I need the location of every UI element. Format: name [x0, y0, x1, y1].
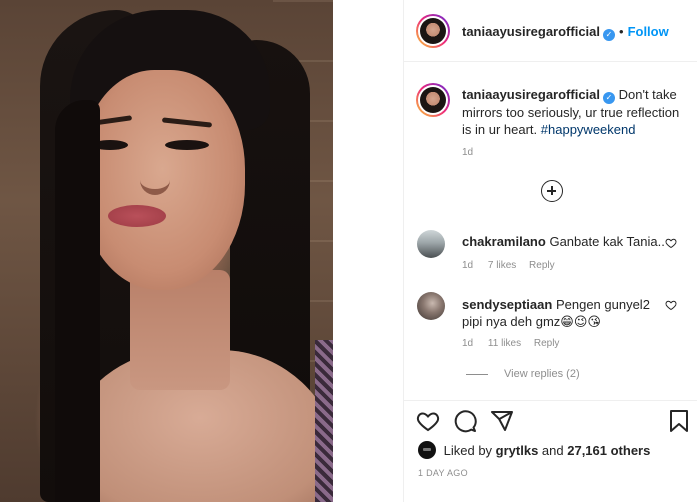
comment-username[interactable]: chakramilano — [462, 234, 546, 249]
verified-badge-icon: ✓ — [603, 92, 615, 104]
caption-hashtag[interactable]: #happyweekend — [541, 122, 636, 137]
comment-reply-button[interactable]: Reply — [529, 260, 555, 271]
post-header: taniaayusiregarofficial ✓ • Follow — [404, 0, 697, 62]
post-timestamp: 1 DAY AGO — [418, 468, 468, 478]
caption-avatar[interactable] — [416, 83, 450, 117]
caption-age: 1d — [462, 147, 474, 158]
author-avatar[interactable] — [416, 14, 450, 48]
comment-text: Ganbate kak Tania.. — [549, 234, 665, 249]
heart-icon[interactable] — [416, 409, 440, 433]
comment-icon[interactable] — [453, 409, 477, 433]
post-photo[interactable] — [0, 0, 333, 502]
liked-by-row: Liked by grytlks and 27,161 others — [418, 441, 650, 459]
follow-separator: • — [619, 24, 624, 39]
comment-age: 1d — [462, 338, 474, 349]
photo-dress-strap — [315, 340, 333, 502]
comment-avatar[interactable] — [417, 230, 445, 258]
comment-reply-button[interactable]: Reply — [534, 338, 560, 349]
photo-lips — [108, 205, 166, 227]
liked-by-middle: and — [538, 443, 568, 458]
comment-age: 1d — [462, 260, 474, 271]
author-username[interactable]: taniaayusiregarofficial — [462, 24, 600, 39]
view-replies-line — [466, 373, 488, 375]
liked-by-user[interactable]: grytlks — [496, 443, 539, 458]
comment-like-heart-icon[interactable] — [665, 237, 677, 249]
bookmark-icon[interactable] — [668, 409, 690, 433]
comment-likes[interactable]: 11 likes — [488, 338, 521, 349]
comment-like-heart-icon[interactable] — [665, 299, 677, 311]
view-replies-button[interactable]: View replies (2) — [466, 368, 580, 380]
comment-avatar[interactable] — [417, 292, 445, 320]
action-bar: Liked by grytlks and 27,161 others 1 DAY… — [404, 400, 697, 502]
liked-by-prefix: Liked by — [443, 443, 496, 458]
comment-username[interactable]: sendyseptiaan — [462, 297, 552, 312]
photo-front-hair — [55, 100, 100, 502]
caption-text-block: taniaayusiregarofficial ✓ Don't take mirr… — [462, 86, 690, 138]
photo-eye-right — [165, 140, 209, 150]
view-replies-label: View replies (2) — [504, 368, 580, 380]
caption-username[interactable]: taniaayusiregarofficial — [462, 87, 600, 102]
follow-button[interactable]: Follow — [628, 24, 669, 39]
verified-badge-icon: ✓ — [603, 29, 615, 41]
liker-avatar[interactable] — [418, 441, 436, 459]
comment-likes[interactable]: 7 likes — [488, 260, 516, 271]
plus-circle-icon[interactable] — [541, 180, 563, 202]
liked-by-count[interactable]: 27,161 others — [567, 443, 650, 458]
photo-nose — [140, 150, 170, 195]
paper-plane-icon[interactable] — [490, 409, 514, 433]
